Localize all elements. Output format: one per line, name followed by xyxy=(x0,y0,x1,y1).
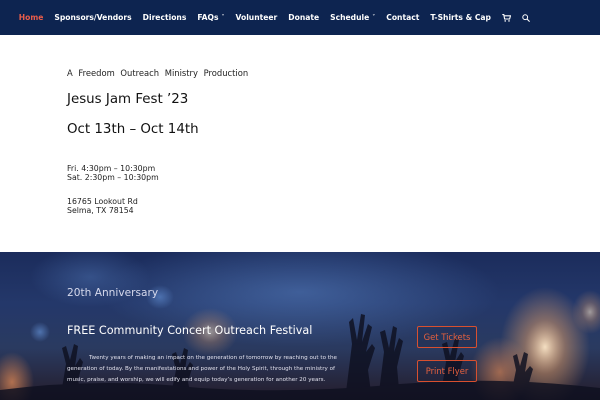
nav-item-directions[interactable]: Directions xyxy=(143,13,187,22)
festival-description: Twenty years of making an impact on the … xyxy=(67,355,337,384)
nav-item-schedule[interactable]: Schedule ˅ xyxy=(330,13,375,22)
top-navigation-bar: Home Sponsors/Vendors Directions FAQs ˅ Volun… xyxy=(0,0,600,35)
nav-item-sponsors-vendors[interactable]: Sponsors/Vendors xyxy=(54,13,131,22)
nav-item-volunteer[interactable]: Volunteer xyxy=(236,13,278,22)
nav-item-label: Volunteer xyxy=(235,13,278,22)
cart-icon[interactable] xyxy=(502,13,511,22)
event-address: 16765 Lookout Rd Selma, TX 78154 xyxy=(67,197,138,215)
nav-item-label: Donate xyxy=(288,13,320,22)
nav-item-label: Sponsors/Vendors xyxy=(54,13,132,22)
anniversary-heading: 20th Anniversary xyxy=(67,287,159,299)
event-times: Fri. 4:30pm – 10:30pm Sat. 2:30pm – 10:3… xyxy=(67,164,159,182)
nav-item-label: Schedule xyxy=(330,13,370,22)
print-flyer-button[interactable]: Print Flyer xyxy=(417,360,477,382)
saturday-hours: Sat. 2:30pm – 10:30pm xyxy=(67,173,159,182)
address-street: 16765 Lookout Rd xyxy=(67,197,138,206)
nav-item-faqs[interactable]: FAQs ˅ xyxy=(197,13,224,22)
nav-item-contact[interactable]: Contact xyxy=(386,13,419,22)
nav-item-donate[interactable]: Donate xyxy=(288,13,319,22)
search-icon[interactable] xyxy=(522,13,530,22)
get-tickets-button[interactable]: Get Tickets xyxy=(417,326,477,348)
concert-section: 20th Anniversary FREE Community Concert … xyxy=(0,252,600,400)
main-menu: Home Sponsors/Vendors Directions FAQs ˅ Volun… xyxy=(8,13,491,22)
nav-item-label: Contact xyxy=(386,13,420,22)
nav-item-label: Directions xyxy=(142,13,187,22)
nav-item-label: FAQs xyxy=(197,13,219,22)
event-title: Jesus Jam Fest ’23 xyxy=(67,92,189,107)
address-city: Selma, TX 78154 xyxy=(67,206,134,215)
friday-hours: Fri. 4:30pm – 10:30pm xyxy=(67,164,156,173)
nav-item-t-shirts-cap[interactable]: T-Shirts & Cap xyxy=(430,13,491,22)
nav-item-label: Home xyxy=(18,13,44,22)
chevron-down-icon: ˅ xyxy=(221,14,225,21)
festival-title: FREE Community Concert Outreach Festival xyxy=(67,324,313,337)
event-dates: Oct 13th – Oct 14th xyxy=(67,122,199,137)
ministry-tagline: A Freedom Outreach Ministry Production xyxy=(67,68,249,78)
nav-item-home[interactable]: Home xyxy=(19,13,44,22)
nav-item-label: T-Shirts & Cap xyxy=(430,13,491,22)
chevron-down-icon: ˅ xyxy=(372,14,376,21)
